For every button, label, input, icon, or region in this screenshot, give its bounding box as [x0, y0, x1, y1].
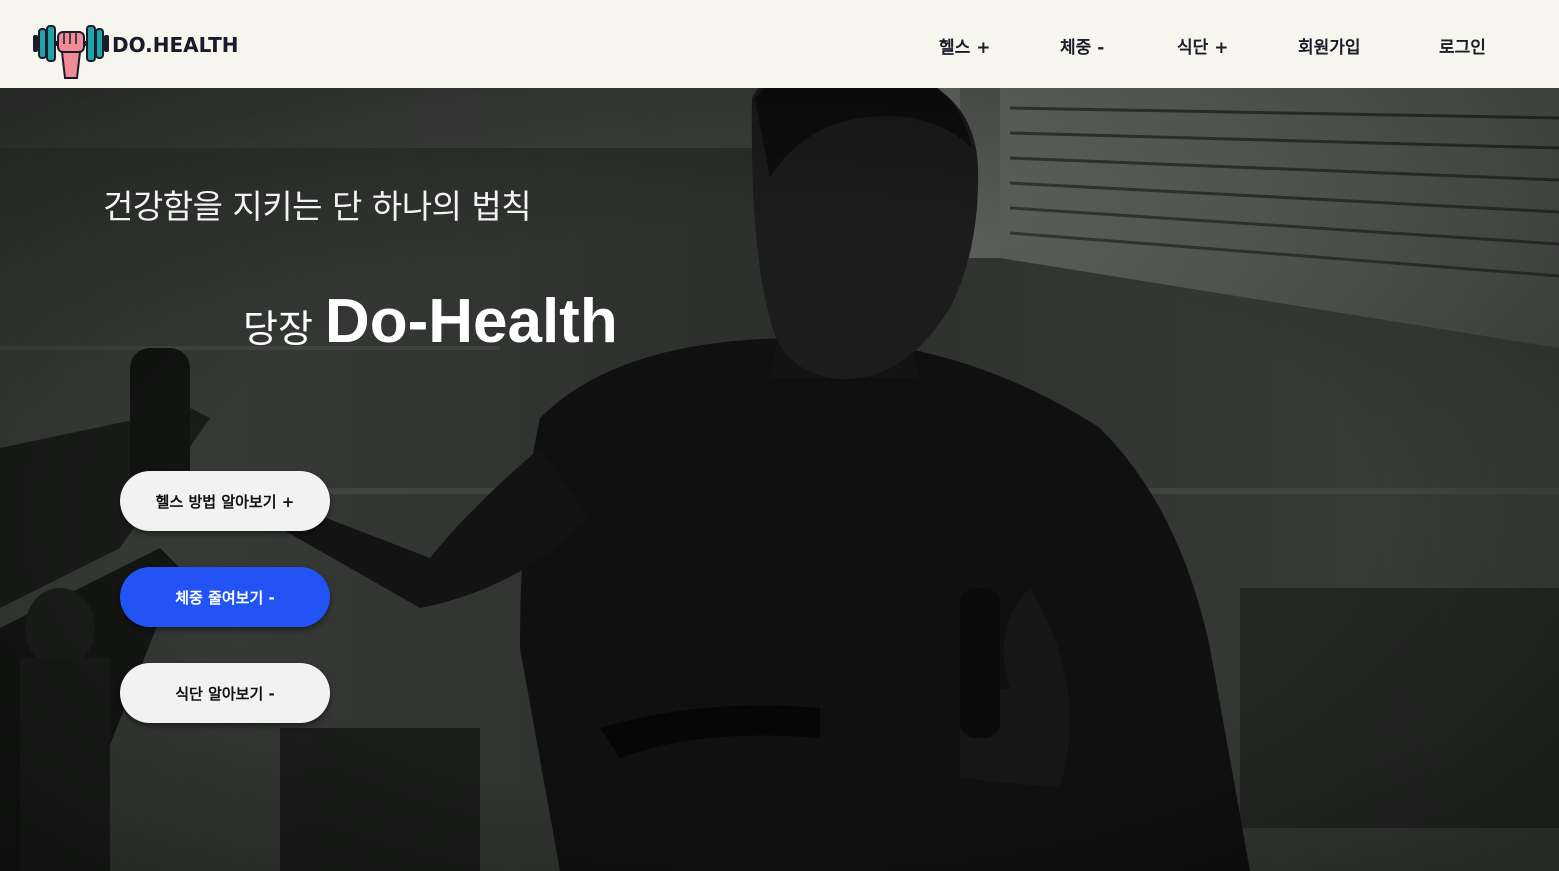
- top-navbar: DO.HEALTH 헬스 + 체중 - 식단 + 회원가입 로그인: [0, 0, 1559, 88]
- main-nav: 헬스 + 체중 - 식단 + 회원가입 로그인: [0, 0, 1559, 88]
- nav-item-login[interactable]: 로그인: [1439, 33, 1486, 58]
- learn-diet-button[interactable]: 식단 알아보기 -: [120, 663, 330, 723]
- hero-section: 건강함을 지키는 단 하나의 법칙 당장 Do-Health 헬스 방법 알아보…: [0, 88, 1559, 871]
- nav-item-signup[interactable]: 회원가입: [1298, 33, 1361, 58]
- learn-workout-button[interactable]: 헬스 방법 알아보기 +: [120, 471, 330, 531]
- lose-weight-button[interactable]: 체중 줄여보기 -: [120, 567, 330, 627]
- nav-item-diet[interactable]: 식단 +: [1177, 33, 1228, 58]
- hero-headline-brand: Do-Health: [324, 287, 618, 356]
- nav-item-health[interactable]: 헬스 +: [939, 33, 990, 58]
- hero-headline: 당장 Do-Health: [243, 286, 618, 357]
- nav-item-weight[interactable]: 체중 -: [1060, 33, 1104, 58]
- hero-headline-prefix: 당장: [243, 307, 313, 351]
- page: DO.HEALTH 헬스 + 체중 - 식단 + 회원가입 로그인 건강함을 지…: [0, 0, 1559, 871]
- hero-tagline: 건강함을 지키는 단 하나의 법칙: [103, 187, 532, 226]
